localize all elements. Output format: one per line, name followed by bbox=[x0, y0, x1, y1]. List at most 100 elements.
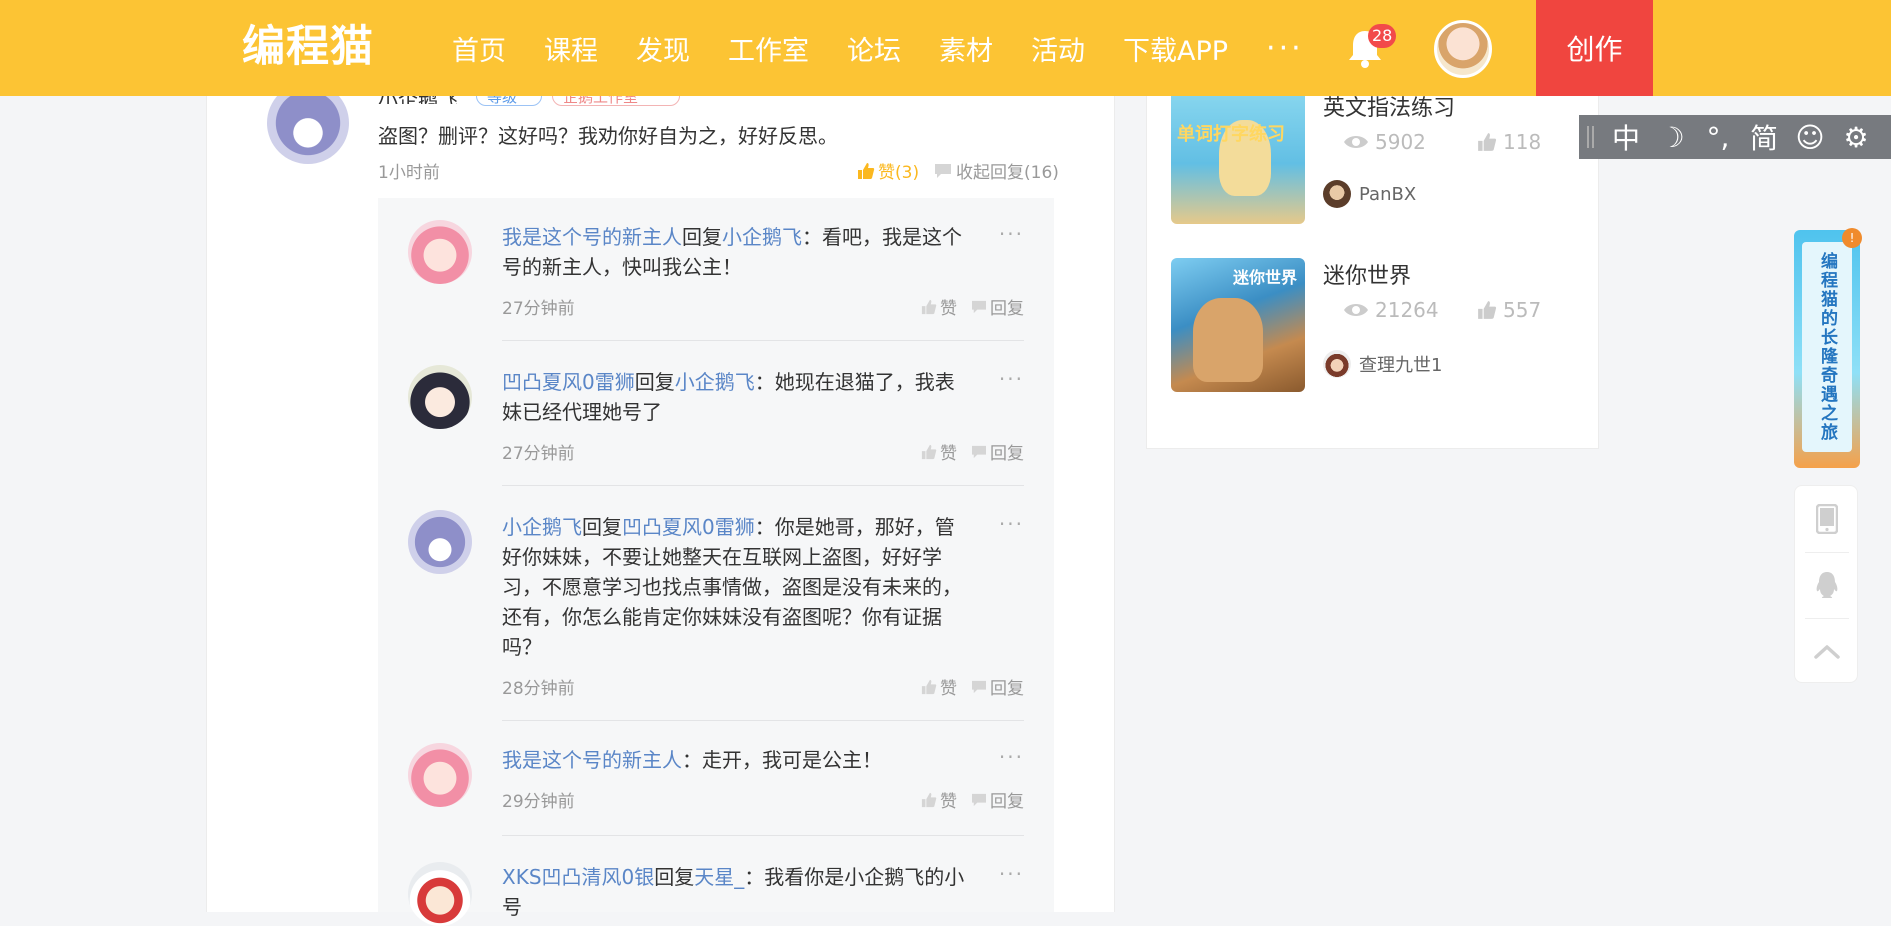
reply-more-icon[interactable]: ··· bbox=[999, 862, 1024, 886]
work-title[interactable]: 迷你世界 bbox=[1323, 258, 1411, 290]
reply-time: 27分钟前 bbox=[502, 444, 575, 464]
user-avatar[interactable] bbox=[1434, 20, 1492, 78]
promo-banner[interactable]: 编程猫的长隆奇遇之旅 ! bbox=[1794, 228, 1862, 468]
like-count: 557 bbox=[1477, 298, 1541, 322]
work-thumbnail[interactable]: 迷你世界 bbox=[1171, 258, 1305, 392]
reply-target-link[interactable]: 凹凸夏风0雷狮 bbox=[622, 515, 755, 539]
view-count-value: 5902 bbox=[1375, 130, 1426, 154]
gear-icon[interactable]: ⚙ bbox=[1836, 121, 1876, 154]
reply-more-icon[interactable]: ··· bbox=[999, 222, 1024, 246]
moon-icon[interactable]: ☽ bbox=[1652, 121, 1692, 154]
reply-user-link[interactable]: XKS凹凸清风0银 bbox=[502, 865, 654, 889]
author-avatar bbox=[1323, 180, 1351, 208]
reply-like-button[interactable]: 赞 bbox=[921, 674, 957, 699]
reply-body: ：走开，我可是公主！ bbox=[682, 748, 882, 772]
main-nav: 首页 课程 发现 工作室 论坛 素材 活动 下载APP ··· bbox=[452, 0, 1304, 96]
nav-studio[interactable]: 工作室 bbox=[728, 29, 809, 68]
nav-home[interactable]: 首页 bbox=[452, 29, 506, 68]
reply-actions: 赞 回复 bbox=[921, 674, 1024, 699]
drag-handle[interactable] bbox=[1587, 126, 1594, 148]
thumbs-up-icon bbox=[1478, 301, 1497, 319]
reply-content: 我是这个号的新主人回复小企鹅飞：看吧，我是这个号的新主人，快叫我公主！ bbox=[502, 222, 972, 282]
reply-like-button[interactable]: 赞 bbox=[921, 294, 957, 319]
notification-badge: 28 bbox=[1368, 24, 1397, 48]
nav-more-icon[interactable]: ··· bbox=[1266, 31, 1304, 66]
reply-user-link[interactable]: 小企鹅飞 bbox=[502, 515, 582, 539]
phone-icon[interactable] bbox=[1795, 486, 1859, 552]
eye-icon bbox=[1344, 304, 1368, 316]
site-logo[interactable]: 编程猫 bbox=[242, 22, 374, 72]
work-author[interactable]: 查理九世1 bbox=[1323, 350, 1442, 378]
reply-user-link[interactable]: 凹凸夏风0雷狮 bbox=[502, 370, 635, 394]
reply-more-icon[interactable]: ··· bbox=[999, 745, 1024, 769]
collapse-replies-label: 收起回复(16) bbox=[956, 163, 1059, 183]
thumb-caption: 单词打字练习 bbox=[1177, 124, 1285, 145]
smiley-icon[interactable]: ☺ bbox=[1790, 121, 1830, 154]
nav-forum[interactable]: 论坛 bbox=[847, 29, 901, 68]
nav-courses[interactable]: 课程 bbox=[544, 29, 598, 68]
reply-avatar[interactable] bbox=[408, 743, 472, 807]
comment-bubble-icon bbox=[972, 300, 986, 313]
thumbs-up-icon bbox=[921, 792, 937, 807]
collapse-replies-button[interactable]: 收起回复(16) bbox=[934, 158, 1059, 183]
reply-more-icon[interactable]: ··· bbox=[999, 367, 1024, 391]
reply-verb: 回复 bbox=[634, 370, 675, 394]
nav-discover[interactable]: 发现 bbox=[636, 29, 690, 68]
work-thumbnail[interactable]: 单词打字练习 bbox=[1171, 90, 1305, 224]
like-count: 118 bbox=[1477, 130, 1541, 154]
reply-reply-button[interactable]: 回复 bbox=[971, 294, 1024, 319]
create-button[interactable]: 创作 bbox=[1536, 0, 1653, 96]
reply-verb: 回复 bbox=[682, 225, 722, 249]
like-button[interactable]: 赞(3) bbox=[857, 158, 919, 183]
reply-avatar[interactable] bbox=[408, 862, 472, 926]
qq-icon[interactable] bbox=[1795, 552, 1859, 618]
work-author[interactable]: PanBX bbox=[1323, 180, 1416, 208]
reply-reply-button[interactable]: 回复 bbox=[971, 787, 1024, 812]
reply-target-link[interactable]: 小企鹅飞 bbox=[675, 370, 755, 394]
reply-like-button[interactable]: 赞 bbox=[921, 787, 957, 812]
floating-toolbar bbox=[1794, 485, 1858, 683]
reply-more-icon[interactable]: ··· bbox=[999, 512, 1024, 536]
reply-reply-label: 回复 bbox=[990, 792, 1024, 812]
reply-target-link[interactable]: 天星_ bbox=[694, 865, 744, 889]
comment-time: 1小时前 bbox=[378, 163, 440, 183]
nav-events[interactable]: 活动 bbox=[1031, 29, 1085, 68]
comment-bubble-icon bbox=[972, 680, 986, 693]
chinese-toggle[interactable]: 中 bbox=[1606, 117, 1646, 157]
thumbs-up-icon bbox=[921, 444, 937, 459]
reply-like-label: 赞 bbox=[940, 299, 957, 319]
reply-user-link[interactable]: 我是这个号的新主人 bbox=[502, 225, 682, 249]
reply-time: 27分钟前 bbox=[502, 299, 575, 319]
back-to-top-icon[interactable] bbox=[1795, 618, 1859, 684]
reply-user-link[interactable]: 我是这个号的新主人 bbox=[502, 748, 682, 772]
work-card[interactable]: 迷你世界 迷你世界 21264 557 查理九世1 bbox=[1171, 258, 1571, 392]
reply-reply-button[interactable]: 回复 bbox=[971, 674, 1024, 699]
thumbs-up-icon bbox=[858, 162, 875, 179]
work-card[interactable]: 单词打字练习 英文指法练习 5902 118 PanBX bbox=[1171, 90, 1571, 224]
reply-avatar[interactable] bbox=[408, 365, 472, 429]
thumbs-up-icon bbox=[921, 679, 937, 694]
reply-like-label: 赞 bbox=[940, 679, 957, 699]
nav-materials[interactable]: 素材 bbox=[939, 29, 993, 68]
reply-content: 小企鹅飞回复凹凸夏风0雷狮：你是她哥，那好，管好你妹妹，不要让她整天在互联网上盗… bbox=[502, 512, 972, 662]
simplified-toggle[interactable]: 简 bbox=[1744, 117, 1784, 157]
reply-like-button[interactable]: 赞 bbox=[921, 439, 957, 464]
reply-time: 28分钟前 bbox=[502, 679, 575, 699]
reply-content: XKS凹凸清风0银回复天星_：我看你是小企鹅飞的小号 bbox=[502, 862, 972, 922]
punctuation-icon[interactable]: °, bbox=[1698, 121, 1738, 154]
like-label: 赞(3) bbox=[878, 163, 920, 183]
reply-avatar[interactable] bbox=[408, 510, 472, 574]
reply-target-link[interactable]: 小企鹅飞 bbox=[722, 225, 802, 249]
reply-avatar[interactable] bbox=[408, 220, 472, 284]
recommended-works: 单词打字练习 英文指法练习 5902 118 PanBX 迷你世界 迷你世界 2… bbox=[1146, 90, 1599, 449]
thumbs-up-icon bbox=[921, 299, 937, 314]
reply-reply-button[interactable]: 回复 bbox=[971, 439, 1024, 464]
reply-reply-label: 回复 bbox=[990, 299, 1024, 319]
comment-bubble-icon bbox=[972, 793, 986, 806]
reply-verb: 回复 bbox=[582, 515, 622, 539]
reply-divider bbox=[502, 340, 1024, 341]
reply-content: 凹凸夏风0雷狮回复小企鹅飞：她现在退猫了，我表妹已经代理她号了 bbox=[502, 367, 972, 427]
nav-download-app[interactable]: 下载APP bbox=[1123, 29, 1228, 68]
eye-icon bbox=[1344, 136, 1368, 148]
like-count-value: 557 bbox=[1503, 298, 1542, 322]
